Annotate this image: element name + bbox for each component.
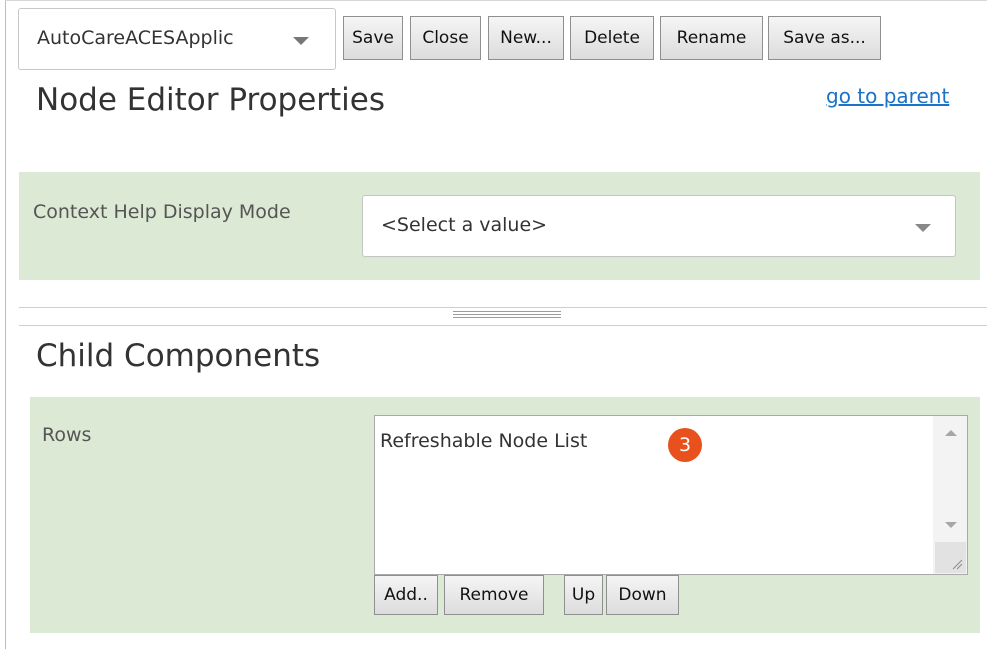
editor-selector-dropdown[interactable]: AutoCareACESApplic (18, 8, 336, 70)
properties-panel: Context Help Display Mode <Select a valu… (19, 172, 980, 280)
child-components-title: Child Components (36, 338, 321, 374)
splitter-bottom-border (19, 325, 987, 326)
add-row-button[interactable]: Add.. (374, 575, 438, 615)
scroll-up-icon[interactable] (945, 430, 957, 436)
splitter-top-border (19, 307, 987, 308)
delete-button[interactable]: Delete (570, 16, 654, 60)
close-button[interactable]: Close (410, 16, 481, 60)
move-up-button[interactable]: Up (564, 575, 603, 615)
rows-label: Rows (42, 424, 92, 446)
window-border-left (5, 0, 6, 649)
step-number-badge: 3 (668, 428, 702, 462)
editor-selector-value: AutoCareACESApplic (37, 27, 234, 49)
save-as-button[interactable]: Save as... (768, 16, 881, 60)
move-down-button[interactable]: Down (606, 575, 679, 615)
context-help-select-value: <Select a value> (381, 214, 548, 236)
context-help-select[interactable]: <Select a value> (362, 195, 956, 257)
go-to-parent-link[interactable]: go to parent (826, 84, 949, 108)
list-item[interactable]: Refreshable Node List (380, 430, 587, 452)
scroll-down-icon[interactable] (945, 522, 957, 528)
context-help-label: Context Help Display Mode (33, 201, 291, 223)
chevron-down-icon[interactable] (293, 37, 309, 45)
rows-panel: Rows Refreshable Node List Add.. Remove … (30, 397, 980, 633)
save-button[interactable]: Save (343, 16, 403, 60)
splitter-grip-handle[interactable] (453, 311, 561, 321)
window-border-top (5, 0, 987, 1)
remove-row-button[interactable]: Remove (444, 575, 544, 615)
page-title: Node Editor Properties (36, 82, 386, 118)
resize-handle-icon[interactable] (935, 542, 966, 573)
new-button[interactable]: New... (488, 16, 564, 60)
chevron-down-icon[interactable] (915, 224, 931, 232)
rename-button[interactable]: Rename (660, 16, 763, 60)
